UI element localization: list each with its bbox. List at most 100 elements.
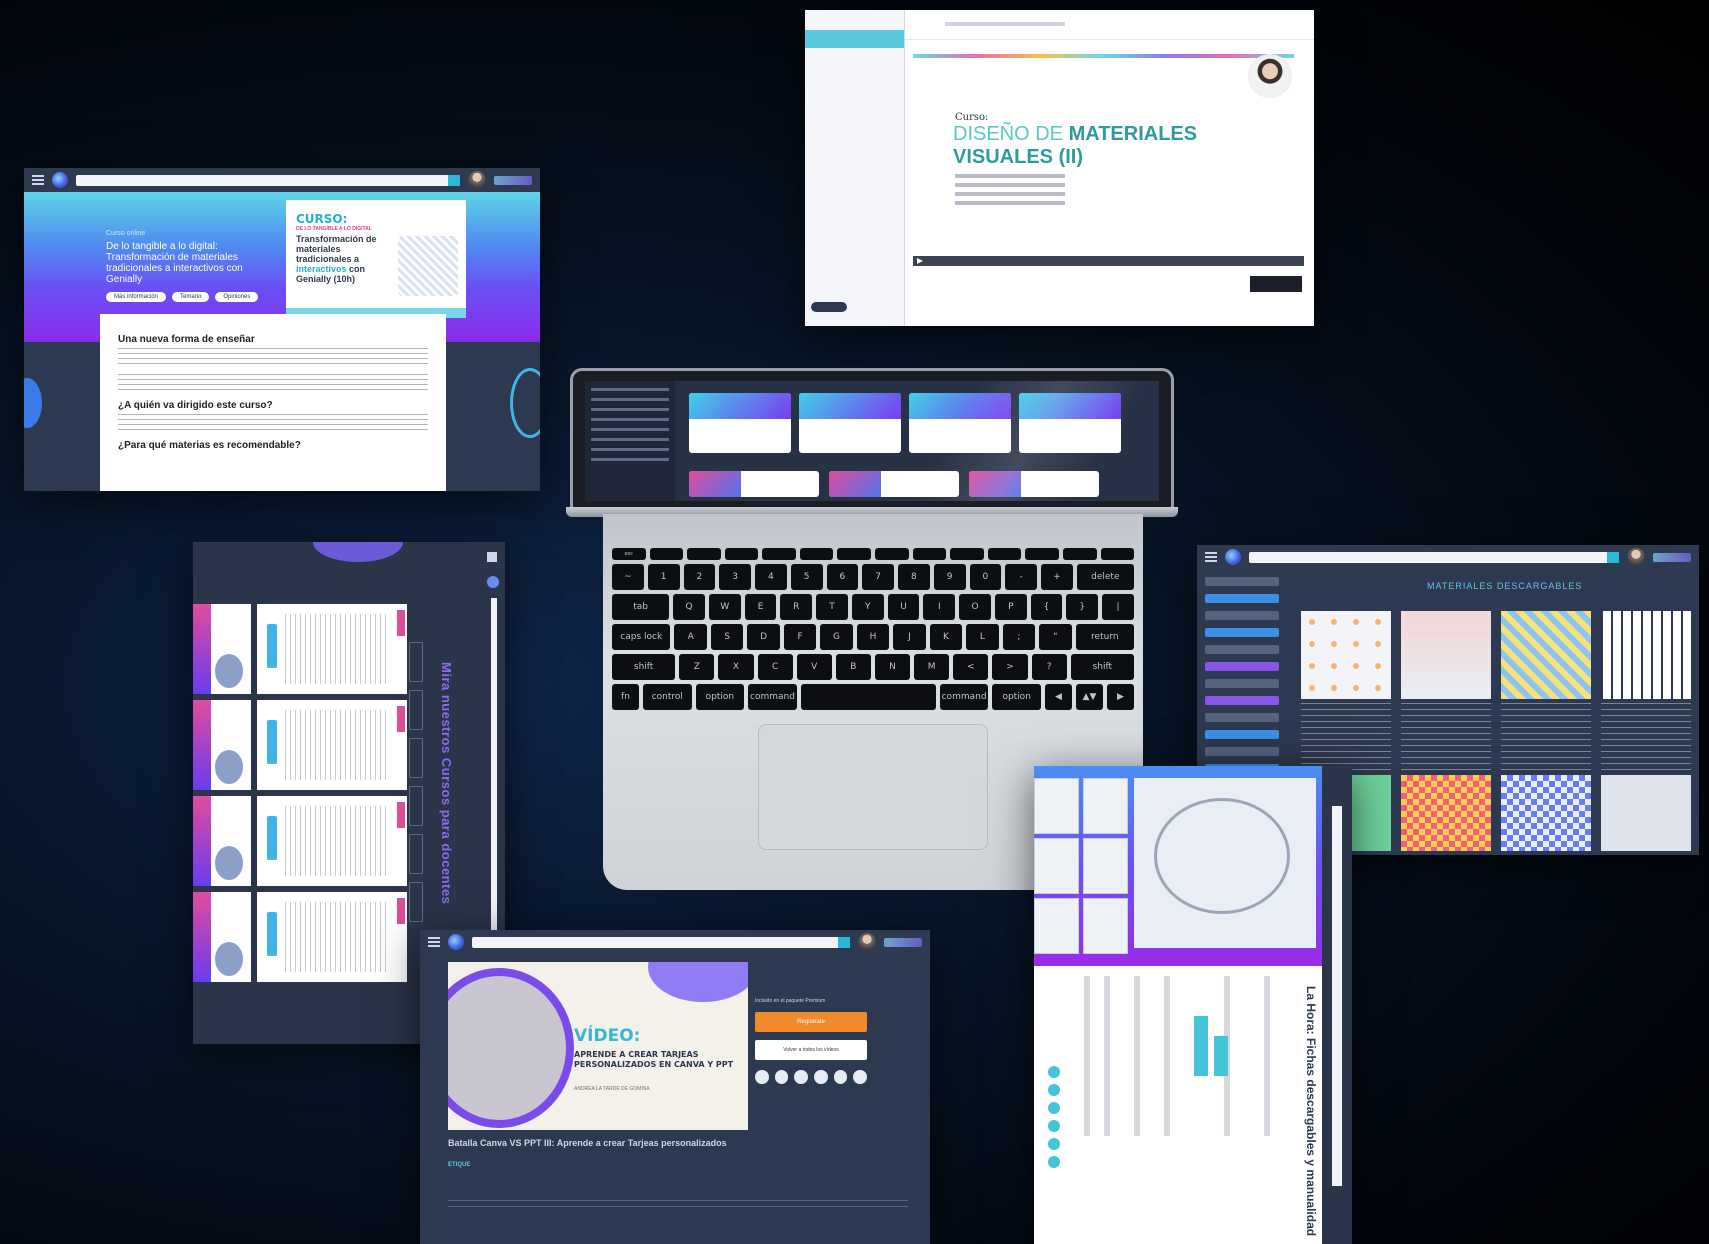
key[interactable]: U xyxy=(887,594,920,620)
key[interactable] xyxy=(649,548,684,560)
key[interactable]: M xyxy=(914,654,950,680)
key[interactable]: X xyxy=(718,654,754,680)
share-icon[interactable] xyxy=(1048,1102,1060,1114)
key[interactable]: 1 xyxy=(647,564,680,590)
key[interactable]: return xyxy=(1075,624,1135,650)
key[interactable]: ~ xyxy=(612,564,644,590)
video-thumbnail[interactable]: VÍDEO: APRENDE A CREAR TARJEAS PERSONALI… xyxy=(448,962,748,1130)
video-progress-bar[interactable] xyxy=(913,256,1304,266)
site-logo[interactable] xyxy=(1225,549,1241,565)
scrollbar[interactable] xyxy=(491,598,497,978)
filter-tab[interactable] xyxy=(409,642,423,682)
key[interactable] xyxy=(875,548,909,560)
key[interactable]: H xyxy=(856,624,890,650)
material-card[interactable] xyxy=(1501,611,1591,773)
key[interactable]: A xyxy=(674,624,707,650)
category-item[interactable] xyxy=(1205,679,1279,688)
key[interactable]: Q xyxy=(673,594,705,620)
key[interactable]: T xyxy=(816,594,848,620)
key[interactable]: ▲▼ xyxy=(1075,684,1103,710)
key[interactable]: > xyxy=(992,654,1028,680)
key[interactable] xyxy=(912,548,947,560)
key[interactable]: N xyxy=(874,654,911,680)
category-item[interactable] xyxy=(1205,645,1279,654)
key[interactable]: - xyxy=(1005,564,1037,590)
syllabus-button[interactable]: Temario xyxy=(172,292,210,302)
key[interactable]: tab xyxy=(612,594,670,620)
key[interactable]: Z xyxy=(679,654,715,680)
more-info-button[interactable]: Más información xyxy=(106,292,167,302)
share-icon[interactable] xyxy=(1048,1156,1060,1168)
category-item[interactable] xyxy=(1205,713,1279,722)
key[interactable]: O xyxy=(959,594,991,620)
gallery-thumb[interactable] xyxy=(1083,838,1128,894)
key[interactable] xyxy=(687,548,721,560)
material-card[interactable] xyxy=(1301,611,1391,773)
play-icon[interactable] xyxy=(917,258,923,264)
share-icon[interactable] xyxy=(1048,1066,1060,1078)
key[interactable]: ▶ xyxy=(1106,684,1134,710)
material-card[interactable] xyxy=(1601,775,1691,851)
filter-tab[interactable] xyxy=(409,786,423,826)
key[interactable]: V xyxy=(796,654,832,680)
scrollbar[interactable] xyxy=(1332,806,1342,1186)
material-card[interactable] xyxy=(1401,611,1491,773)
category-item[interactable] xyxy=(1205,628,1279,637)
key[interactable]: control xyxy=(643,684,692,710)
site-logo[interactable] xyxy=(487,576,499,588)
key[interactable]: F xyxy=(783,624,817,650)
search-icon[interactable] xyxy=(448,174,460,186)
add-button[interactable] xyxy=(1214,1036,1228,1076)
avatar[interactable] xyxy=(858,933,876,951)
key[interactable]: S xyxy=(710,624,744,650)
course-card[interactable] xyxy=(257,892,407,982)
key[interactable]: 2 xyxy=(683,564,716,590)
course-card[interactable] xyxy=(689,471,819,497)
twitter-icon[interactable] xyxy=(774,1070,789,1084)
material-card[interactable] xyxy=(1501,775,1591,851)
share-icon[interactable] xyxy=(1048,1120,1060,1132)
key[interactable]: 9 xyxy=(933,564,966,590)
course-row[interactable] xyxy=(193,796,407,886)
course-row[interactable] xyxy=(193,892,407,982)
key[interactable]: shift xyxy=(1070,654,1134,680)
key[interactable] xyxy=(799,548,834,560)
menu-icon[interactable] xyxy=(1205,552,1217,562)
menu-icon[interactable] xyxy=(428,937,440,947)
key[interactable]: delete xyxy=(1076,564,1134,590)
course-button[interactable] xyxy=(267,720,277,764)
download-button[interactable] xyxy=(1194,1016,1208,1076)
category-item[interactable] xyxy=(1205,577,1279,586)
email-icon[interactable] xyxy=(853,1070,868,1084)
trackpad[interactable] xyxy=(758,724,988,850)
key[interactable]: esc xyxy=(612,548,646,560)
key[interactable]: W xyxy=(708,594,741,620)
active-lesson[interactable] xyxy=(805,30,904,48)
gallery-thumb[interactable] xyxy=(1083,898,1128,954)
filter-tab[interactable] xyxy=(409,882,423,922)
key[interactable]: P xyxy=(994,594,1027,620)
search-input[interactable] xyxy=(472,936,850,948)
key[interactable]: G xyxy=(820,624,853,650)
key[interactable]: shift xyxy=(612,654,676,680)
reviews-button[interactable]: Opiniones xyxy=(215,292,259,302)
key[interactable]: 8 xyxy=(898,564,930,590)
filter-tab[interactable] xyxy=(409,834,423,874)
key[interactable]: J xyxy=(893,624,926,650)
key[interactable]: 0 xyxy=(969,564,1002,590)
gallery-thumb[interactable] xyxy=(1034,778,1079,834)
course-button[interactable] xyxy=(267,624,277,668)
material-card[interactable] xyxy=(1401,775,1491,851)
pinterest-icon[interactable] xyxy=(794,1070,809,1084)
course-card[interactable] xyxy=(257,796,407,886)
key[interactable] xyxy=(1100,548,1135,560)
share-icon[interactable] xyxy=(1048,1138,1060,1150)
key[interactable]: command xyxy=(939,684,989,710)
key[interactable]: ◀ xyxy=(1044,684,1072,710)
key[interactable] xyxy=(987,548,1022,560)
search-input[interactable] xyxy=(945,22,1065,26)
category-item[interactable] xyxy=(1205,611,1279,620)
search-icon[interactable] xyxy=(838,936,850,948)
key[interactable]: 4 xyxy=(755,564,787,590)
key[interactable]: ; xyxy=(1002,624,1036,650)
